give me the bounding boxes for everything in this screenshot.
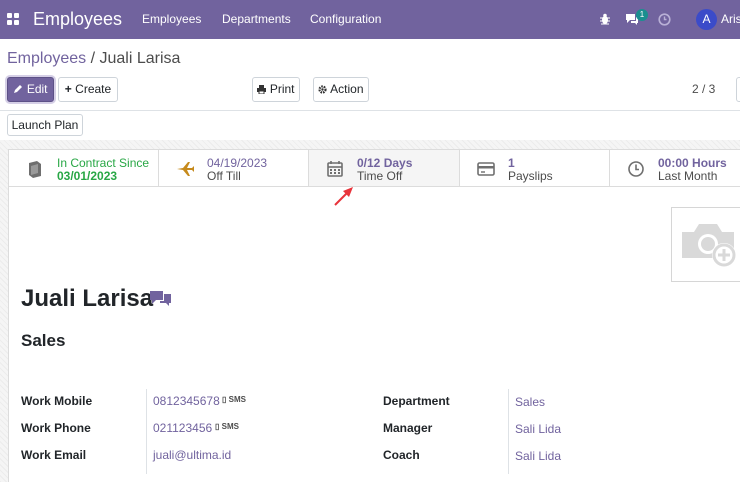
breadcrumb-current: Juali Larisa	[99, 50, 181, 67]
print-button[interactable]: Print	[252, 77, 300, 102]
work-phone-label: Work Phone	[21, 421, 91, 435]
credit-card-icon	[477, 162, 495, 176]
payslips-count: 1	[508, 156, 515, 170]
off-till-label: Off Till	[207, 169, 241, 183]
menu-configuration[interactable]: Configuration	[310, 12, 381, 26]
plane-icon	[177, 162, 194, 176]
chat-bubbles-icon[interactable]	[149, 289, 173, 307]
app-brand[interactable]: Employees	[33, 9, 122, 30]
action-label: Action	[330, 82, 364, 96]
pager-counter[interactable]: 2 / 3	[692, 82, 715, 96]
apps-grid-icon[interactable]	[7, 13, 20, 26]
time-off-label: Time Off	[357, 169, 403, 183]
coach-value[interactable]: Sali Lida	[515, 449, 561, 463]
breadcrumb: Employees / Juali Larisa	[7, 50, 180, 68]
menu-employees[interactable]: Employees	[142, 12, 201, 26]
pager-previous-button[interactable]: ‹	[736, 77, 740, 102]
edit-button[interactable]: Edit	[7, 77, 54, 102]
job-title[interactable]: Sales	[21, 331, 65, 351]
clock-icon	[628, 161, 644, 177]
phone-icon: ▯	[215, 422, 222, 431]
right-field-separator	[508, 389, 509, 474]
activity-clock-icon[interactable]	[658, 13, 671, 26]
manager-value[interactable]: Sali Lida	[515, 422, 561, 436]
book-icon	[29, 161, 41, 178]
smart-button-hours[interactable]: 00:00 Hours Last Month	[610, 150, 740, 187]
manager-label: Manager	[383, 421, 433, 435]
hours-value: 00:00 Hours	[658, 156, 727, 170]
work-mobile-value[interactable]: 0812345678	[153, 394, 220, 408]
department-value[interactable]: Sales	[515, 395, 545, 409]
work-mobile-label: Work Mobile	[21, 394, 93, 408]
breadcrumb-parent[interactable]: Employees	[7, 50, 86, 67]
print-label: Print	[269, 82, 295, 96]
department-label: Department	[383, 394, 450, 408]
action-button[interactable]: Action	[313, 77, 369, 102]
work-phone-value[interactable]: 021123456	[153, 421, 212, 435]
user-avatar[interactable]: A	[696, 9, 717, 30]
menu-departments[interactable]: Departments	[222, 12, 291, 26]
edit-label: Edit	[26, 82, 48, 96]
work-mobile-sms-link[interactable]: ▯ SMS	[222, 395, 246, 404]
bug-icon[interactable]	[599, 13, 611, 25]
messages-badge: 1	[636, 9, 648, 21]
print-icon	[257, 85, 267, 95]
toolbar-divider	[0, 110, 740, 111]
coach-label: Coach	[383, 448, 420, 462]
left-field-separator	[146, 389, 147, 474]
calendar-icon	[327, 161, 343, 177]
breadcrumb-separator: /	[86, 50, 100, 67]
camera-add-icon	[682, 224, 736, 267]
pencil-icon	[14, 85, 23, 93]
smart-button-payslips[interactable]: 1 Payslips	[460, 150, 610, 187]
contract-date: 03/01/2023	[57, 169, 118, 183]
phone-icon: ▯	[222, 395, 229, 404]
work-phone-sms-link[interactable]: ▯ SMS	[215, 422, 239, 431]
top-navbar: Employees Employees Departments Configur…	[0, 0, 740, 39]
launch-plan-button[interactable]: Launch Plan	[7, 114, 83, 136]
contract-since-label: In Contract Since	[57, 156, 150, 170]
smart-button-contract[interactable]: In Contract Since 03/01/2023	[9, 150, 159, 187]
create-button[interactable]: + Create	[58, 77, 118, 102]
time-off-days: 0/12 Days	[357, 156, 413, 170]
form-sheet	[8, 149, 740, 482]
work-email-value[interactable]: juali@ultima.id	[153, 448, 231, 462]
smart-button-off-till[interactable]: 04/19/2023 Off Till	[159, 150, 309, 187]
hours-label: Last Month	[658, 169, 718, 183]
create-label: Create	[75, 82, 112, 96]
gear-icon	[318, 85, 328, 94]
employee-name[interactable]: Juali Larisa	[21, 285, 153, 313]
plus-icon: +	[64, 82, 72, 96]
annotation-arrow-icon	[334, 187, 353, 206]
user-name[interactable]: Aris	[721, 12, 740, 26]
smart-button-time-off[interactable]: 0/12 Days Time Off	[309, 150, 460, 187]
work-email-label: Work Email	[21, 448, 87, 462]
employee-photo-placeholder[interactable]	[671, 207, 740, 282]
off-till-date: 04/19/2023	[207, 156, 268, 170]
payslips-label: Payslips	[508, 169, 553, 183]
